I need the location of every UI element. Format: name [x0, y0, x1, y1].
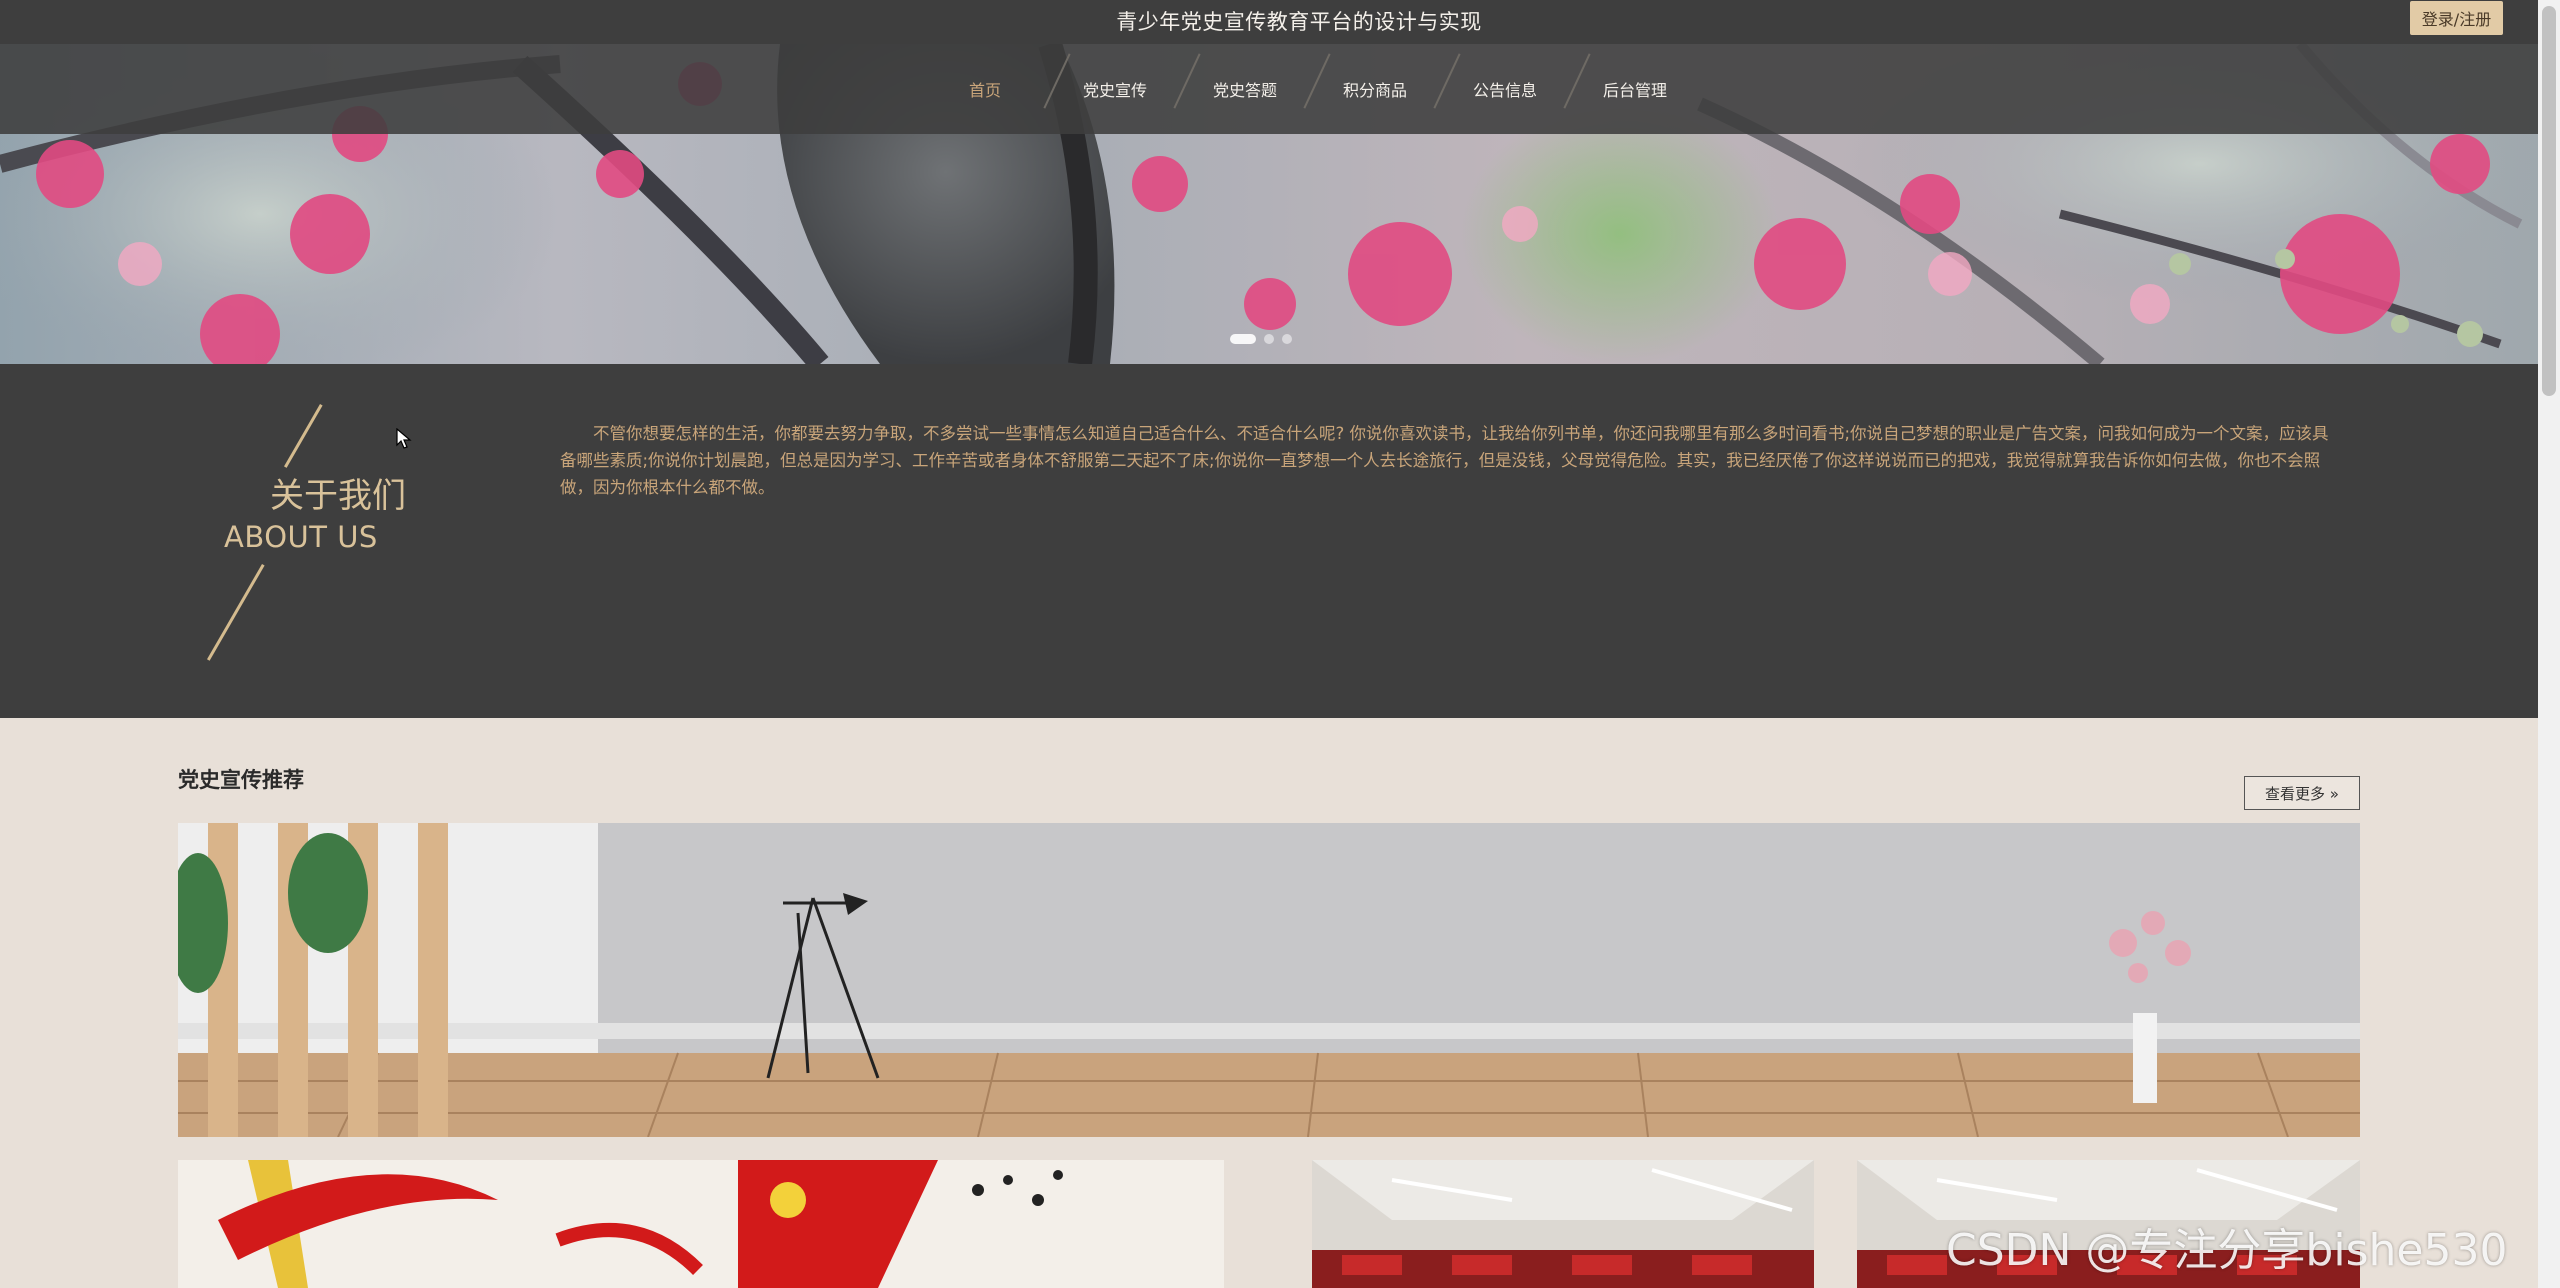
about-text: 不管你想要怎样的生活，你都要去努力争取，不多尝试一些事情怎么知道自己适合什么、不… [560, 424, 2329, 497]
featured-article-image[interactable] [178, 823, 2360, 1137]
scrollbar-thumb[interactable] [2542, 6, 2556, 396]
carousel-dots [1230, 334, 1292, 344]
nav-item-label: 积分商品 [1342, 81, 1407, 100]
nav-item-announcements[interactable]: 公告信息 [1440, 53, 1591, 109]
nav-item-label: 后台管理 [1602, 81, 1667, 100]
article-thumbnail[interactable] [178, 1160, 1224, 1288]
view-more-button[interactable]: 查看更多 » [2244, 776, 2360, 810]
page: 青少年党史宣传教育平台的设计与实现 登录/注册 首页 党史宣传 党史答题 积分商… [0, 0, 2538, 1288]
about-section: 关于我们 ABOUT US 不管你想要怎样的生活，你都要去努力争取，不多尝试一些… [0, 364, 2538, 718]
vertical-scrollbar[interactable] [2538, 0, 2560, 1288]
main-nav: 首页 党史宣传 党史答题 积分商品 公告信息 后台管理 [920, 44, 1700, 134]
decor-line [207, 564, 265, 661]
nav-item-label: 公告信息 [1472, 81, 1537, 100]
top-bar: 青少年党史宣传教育平台的设计与实现 登录/注册 [0, 0, 2538, 44]
nav-item-history-promo[interactable]: 党史宣传 [1050, 53, 1201, 109]
nav-item-admin[interactable]: 后台管理 [1570, 77, 1700, 101]
nav-item-label: 党史答题 [1212, 81, 1277, 100]
nav-item-home[interactable]: 首页 [920, 53, 1071, 109]
csdn-watermark: CSDN @专注分享bishe530 [1946, 1225, 2508, 1276]
room-illustration [178, 823, 2360, 1137]
hall-image [1312, 1160, 1814, 1288]
nav-item-points-goods[interactable]: 积分商品 [1310, 53, 1461, 109]
carousel-dot[interactable] [1264, 334, 1274, 344]
login-register-button[interactable]: 登录/注册 [2410, 1, 2503, 35]
party-graphic [178, 1160, 1224, 1288]
nav-item-label: 首页 [968, 81, 1001, 100]
banner-carousel[interactable]: 首页 党史宣传 党史答题 积分商品 公告信息 后台管理 [0, 44, 2538, 364]
nav-item-label: 党史宣传 [1082, 81, 1147, 100]
section-title: 党史宣传推荐 [178, 768, 304, 792]
carousel-dot[interactable] [1282, 334, 1292, 344]
decor-line [284, 404, 323, 468]
site-title: 青少年党史宣传教育平台的设计与实现 [1116, 10, 1482, 34]
article-thumbnail[interactable] [1312, 1160, 1814, 1288]
mouse-cursor-icon [396, 428, 412, 449]
nav-item-quiz[interactable]: 党史答题 [1180, 53, 1331, 109]
about-title-cn: 关于我们 [270, 476, 406, 516]
carousel-dot[interactable] [1230, 334, 1256, 344]
about-title-en: ABOUT US [224, 520, 378, 554]
